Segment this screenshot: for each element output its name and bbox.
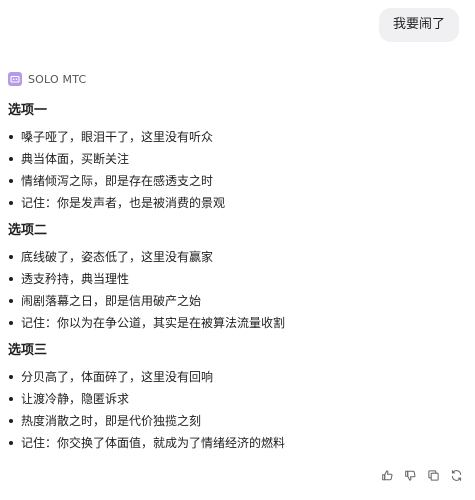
assistant-name: SOLO MTC xyxy=(28,72,87,86)
user-message-bubble: 我要闹了 xyxy=(378,8,459,42)
list-item: 让渡冷静，隐匿诉求 xyxy=(8,388,463,410)
section-title: 选项一 xyxy=(8,103,48,118)
list-item: 嗓子哑了，眼泪干了，这里没有听众 xyxy=(8,126,463,148)
section-title: 选项二 xyxy=(8,223,48,238)
list-item: 闹剧落幕之日，即是信用破产之始 xyxy=(8,290,463,312)
list-item: 底线破了，姿态低了，这里没有赢家 xyxy=(8,246,463,268)
user-message-text: 我要闹了 xyxy=(392,17,445,32)
option-section: 选项一 嗓子哑了，眼泪干了，这里没有听众 典当体面，买断关注 情绪倾泻之际，即是… xyxy=(8,100,463,214)
section-title: 选项三 xyxy=(8,343,48,358)
option-section: 选项二 底线破了，姿态低了，这里没有赢家 透支矜持，典当理性 闹剧落幕之日，即是… xyxy=(8,220,463,334)
regenerate-icon[interactable] xyxy=(449,468,463,482)
option-section: 选项三 分贝高了，体面碎了，这里没有回响 让渡冷静，隐匿诉求 热度消散之时，即是… xyxy=(8,340,463,454)
copy-icon[interactable] xyxy=(426,468,440,482)
list-item: 记住：你以为在争公道，其实是在被算法流量收割 xyxy=(8,312,463,334)
list-item: 记住：你是发声者，也是被消费的景观 xyxy=(8,192,463,214)
list-item: 情绪倾泻之际，即是存在感透支之时 xyxy=(8,170,463,192)
message-actions xyxy=(380,468,463,482)
assistant-response: 选项一 嗓子哑了，眼泪干了，这里没有听众 典当体面，买断关注 情绪倾泻之际，即是… xyxy=(8,100,463,460)
list-item: 典当体面，买断关注 xyxy=(8,148,463,170)
list-item: 分贝高了，体面碎了，这里没有回响 xyxy=(8,366,463,388)
option-list: 分贝高了，体面碎了，这里没有回响 让渡冷静，隐匿诉求 热度消散之时，即是代价独揽… xyxy=(8,366,463,454)
bot-icon xyxy=(8,72,22,86)
thumbs-up-icon[interactable] xyxy=(380,468,394,482)
option-list: 嗓子哑了，眼泪干了，这里没有听众 典当体面，买断关注 情绪倾泻之际，即是存在感透… xyxy=(8,126,463,214)
list-item: 热度消散之时，即是代价独揽之刻 xyxy=(8,410,463,432)
list-item: 透支矜持，典当理性 xyxy=(8,268,463,290)
assistant-header: SOLO MTC xyxy=(8,72,86,86)
option-list: 底线破了，姿态低了，这里没有赢家 透支矜持，典当理性 闹剧落幕之日，即是信用破产… xyxy=(8,246,463,334)
list-item: 记住：你交换了体面值，就成为了情绪经济的燃料 xyxy=(8,432,463,454)
thumbs-down-icon[interactable] xyxy=(403,468,417,482)
